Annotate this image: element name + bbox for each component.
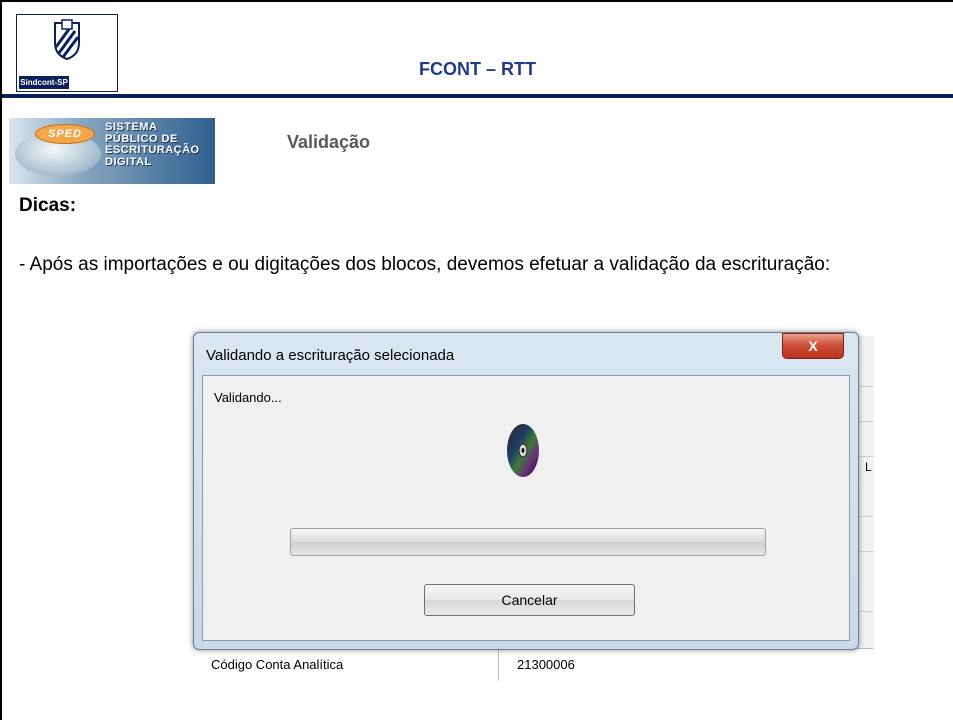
account-code-label: Código Conta Analítica: [203, 649, 499, 681]
table-row: Código Conta Analítica 21300006: [199, 648, 873, 681]
disc-icon: [507, 424, 539, 477]
page-title: FCONT – RTT: [419, 59, 536, 79]
background-edge-letter: L: [865, 460, 872, 474]
cancel-button[interactable]: Cancelar: [424, 584, 635, 616]
sindcont-logo: Sindcont-SP: [16, 14, 118, 92]
shield-emblem-icon: [54, 19, 80, 61]
section-title: Validação: [287, 132, 371, 152]
sped-badge: SPED: [35, 124, 95, 144]
sped-line: ESCRITURAÇÃO: [105, 144, 200, 156]
close-button[interactable]: X: [782, 333, 844, 359]
tips-text: - Após as importações e ou digitações do…: [19, 254, 831, 275]
dialog-body: Validando... Cancelar: [202, 375, 850, 641]
sped-logo-text: SISTEMA PÚBLICO DE ESCRITURAÇÃO DIGITAL: [105, 121, 200, 168]
validation-dialog: Validando a escrituração selecionada X V…: [193, 332, 859, 650]
progress-bar: [290, 528, 766, 556]
sped-line: SISTEMA: [105, 121, 158, 133]
header-bar: Sindcont-SP FCONT – RTT: [2, 2, 953, 98]
status-text: Validando...: [214, 390, 282, 405]
embedded-screenshot: L Código Conta Analítica 21300006 Valida…: [185, 326, 874, 681]
account-code-value: 21300006: [517, 657, 575, 672]
dialog-title: Validando a escrituração selecionada: [206, 347, 455, 364]
close-icon: X: [808, 338, 818, 354]
sped-line: DIGITAL: [105, 155, 152, 168]
tips-heading: Dicas:: [19, 195, 77, 216]
sped-logo: SPED SISTEMA PÚBLICO DE ESCRITURAÇÃO DIG…: [9, 118, 215, 184]
